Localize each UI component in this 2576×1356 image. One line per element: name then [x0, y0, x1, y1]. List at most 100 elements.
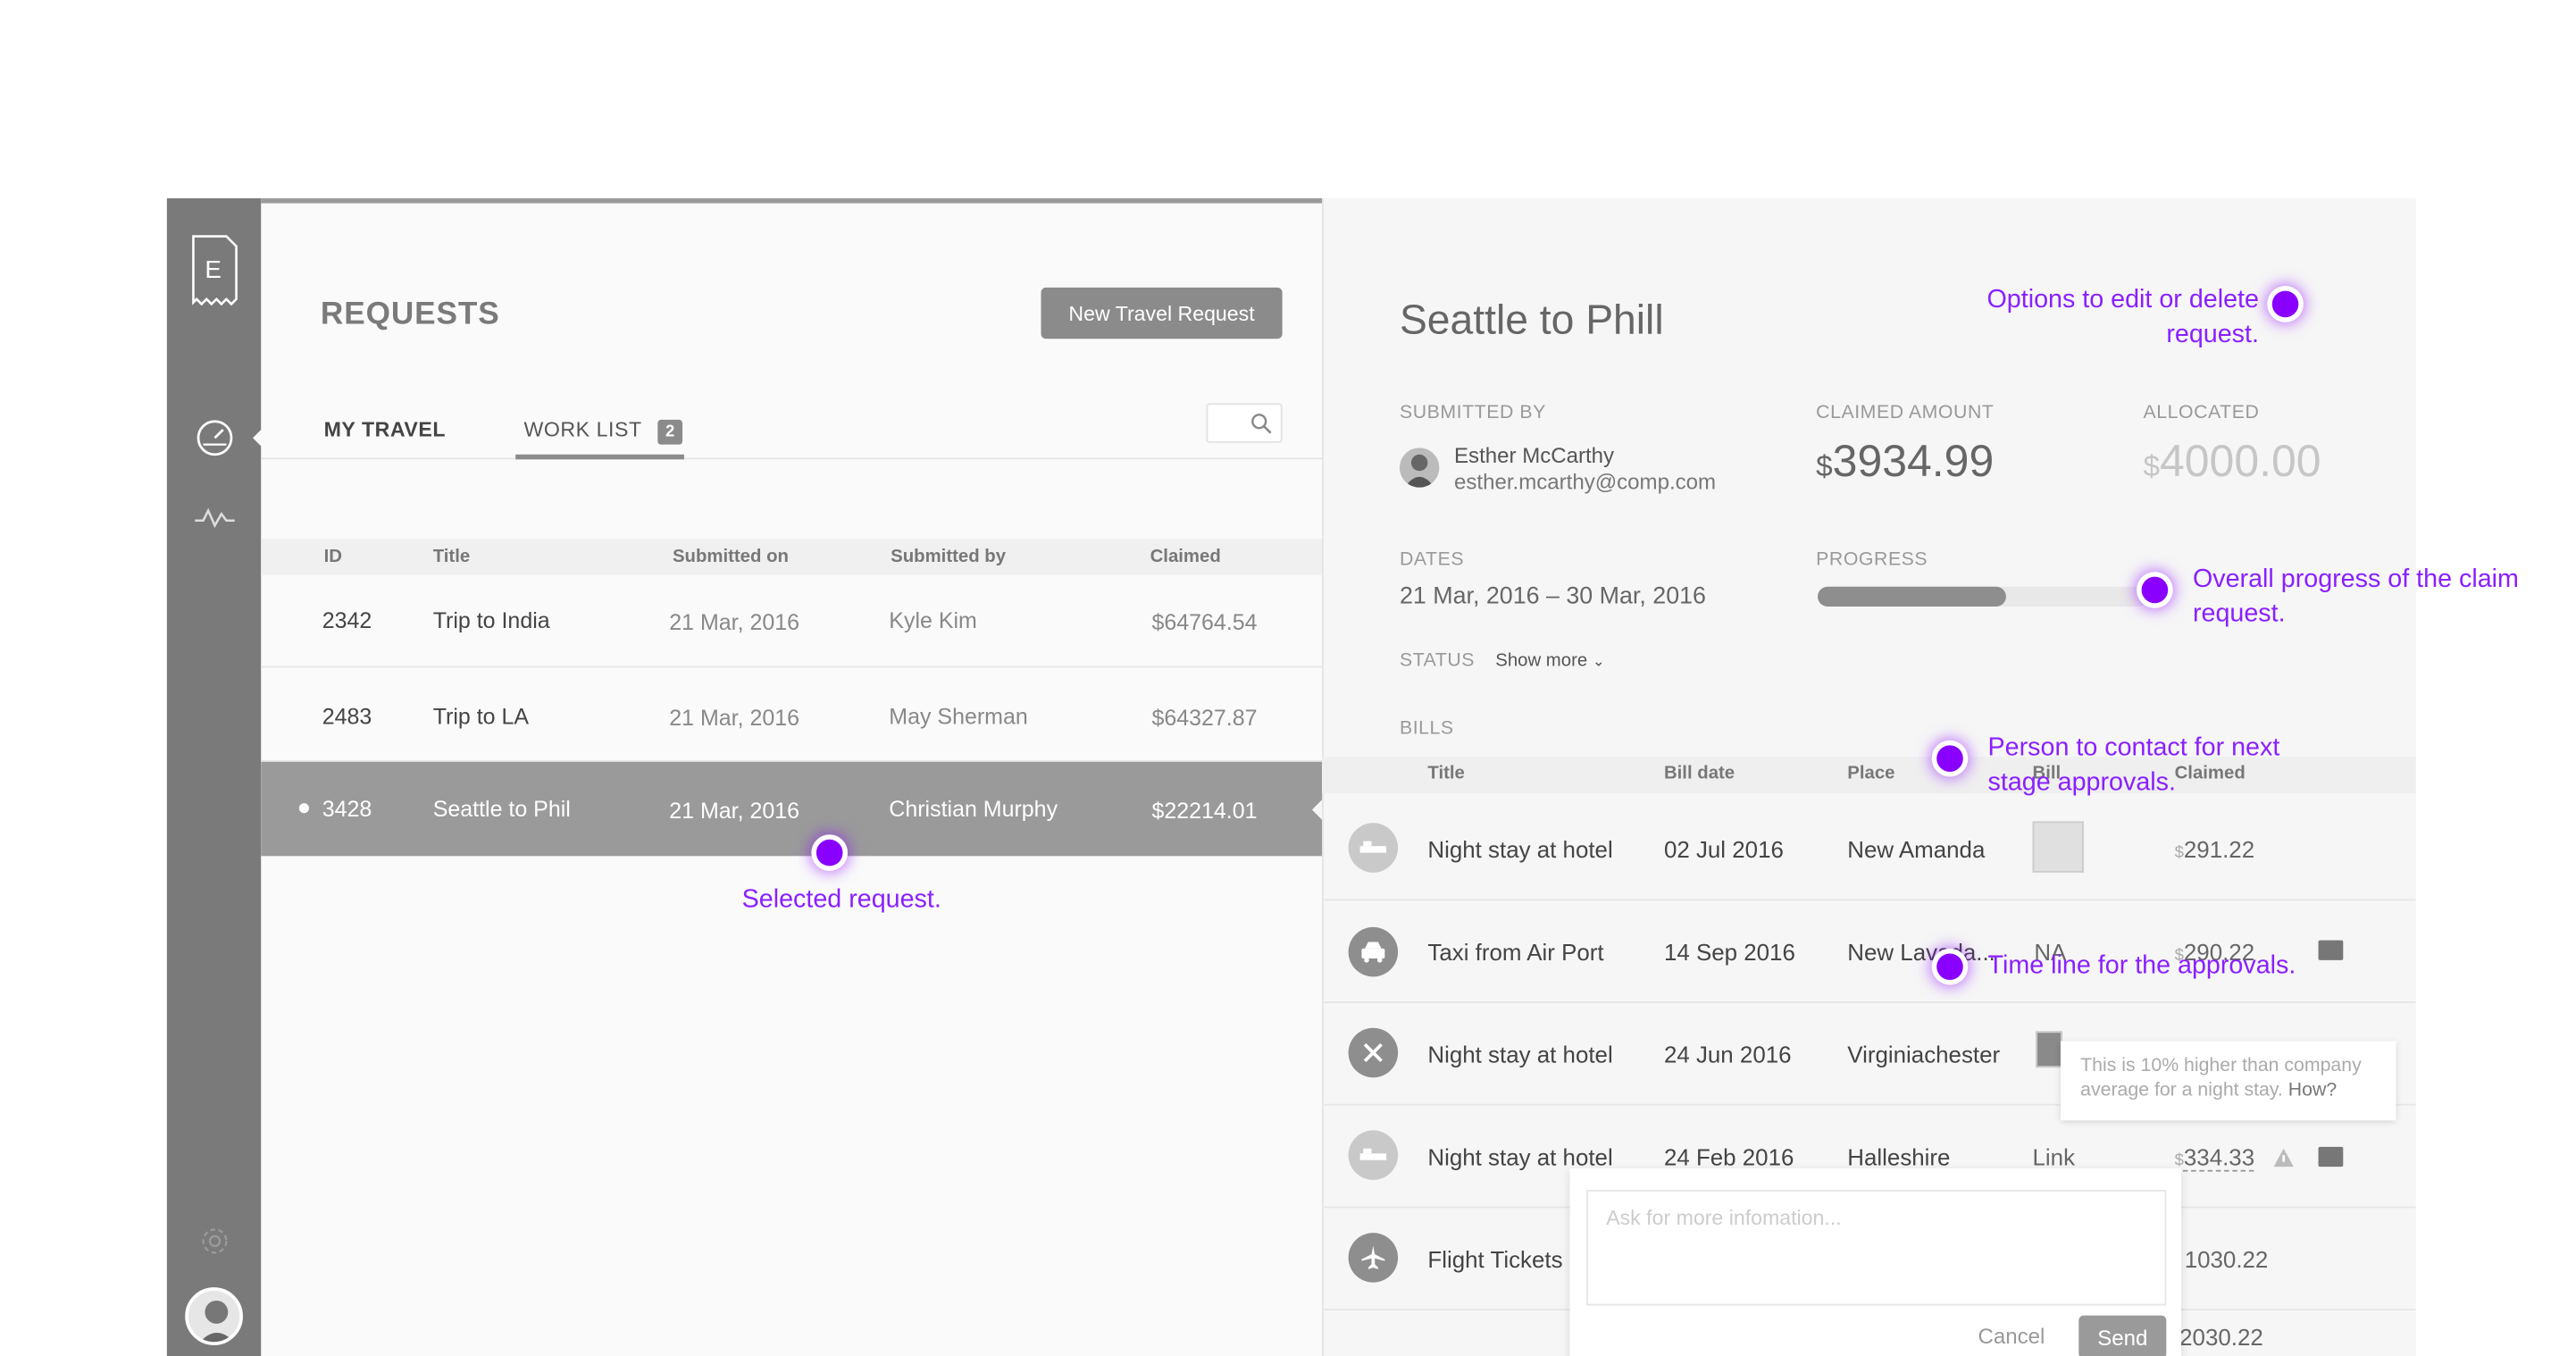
- annotation-hotspot: [1936, 953, 1963, 981]
- bill-claimed-value: 291.22: [2183, 836, 2255, 863]
- bill-thumbnail[interactable]: [2032, 821, 2084, 873]
- taxi-icon: [1348, 926, 1399, 977]
- comment-icon[interactable]: [2318, 1146, 2344, 1168]
- bill-claimed: $291.22: [2175, 836, 2255, 863]
- row-submitted-by: Christian Murphy: [889, 796, 1058, 822]
- annotation-progress: Overall progress of the claim request.: [2192, 565, 2519, 628]
- row-submitted-on: 21 Mar, 2016: [669, 609, 800, 635]
- claimed-amount: $3934.99: [1816, 436, 1994, 487]
- logo-letter: E: [204, 255, 221, 283]
- bill-date: 24 Jun 2016: [1663, 1041, 1792, 1068]
- bill-currency: $: [2174, 844, 2184, 863]
- annotation-hotspot: [2271, 290, 2299, 318]
- bill-claimed-value: 2030.22: [2179, 1323, 2263, 1351]
- bill-column-date[interactable]: Bill date: [1664, 764, 1735, 783]
- airplane-icon: [1348, 1233, 1399, 1283]
- annotation-selected: Selected request.: [741, 885, 941, 915]
- row-submitted-on: 21 Mar, 2016: [669, 705, 800, 731]
- search-input[interactable]: [1206, 403, 1283, 443]
- allocated-label: ALLOCATED: [2143, 403, 2260, 423]
- row-title: Trip to LA: [432, 704, 530, 729]
- progress-label: PROGRESS: [1816, 550, 1928, 571]
- submitter-name: Esther McCarthy: [1454, 442, 1615, 468]
- row-submitted-by: May Sherman: [889, 704, 1028, 729]
- column-header-title[interactable]: Title: [433, 547, 470, 566]
- bill-link[interactable]: Link: [2033, 1143, 2076, 1170]
- bill-claimed[interactable]: $334.33: [2174, 1143, 2255, 1172]
- submitter-email[interactable]: esther.mcarthy@comp.com: [1454, 469, 1716, 494]
- progress-bar-fill: [1818, 586, 2006, 607]
- tab-work-list[interactable]: WORK LIST: [523, 418, 641, 441]
- bill-place: New Amanda: [1847, 836, 1986, 863]
- bill-place: Halleshire: [1847, 1143, 1951, 1170]
- annotation-hotspot: [1936, 745, 1963, 772]
- row-submitted-on: 21 Mar, 2016: [669, 798, 800, 824]
- chevron-double-down-icon: ⌄: [1592, 652, 1605, 670]
- column-header-submitted-on[interactable]: Submitted on: [673, 547, 789, 566]
- bill-title: Night stay at hotel: [1427, 1143, 1613, 1170]
- detail-title: Seattle to Phill: [1399, 297, 1664, 344]
- hotel-bed-icon: [1348, 1130, 1399, 1180]
- annotation-timeline: Time line for the approvals.: [1987, 951, 2296, 981]
- bill-claimed-value: 334.33: [2183, 1143, 2255, 1170]
- bill-date: 24 Feb 2016: [1663, 1143, 1794, 1170]
- page-title: REQUESTS: [320, 297, 500, 332]
- row-submitted-by: Kyle Kim: [889, 607, 977, 633]
- bill-title: Taxi from Air Port: [1427, 938, 1604, 966]
- row-title: Seattle to Phil: [432, 796, 571, 822]
- new-travel-request-button[interactable]: New Travel Request: [1041, 287, 1283, 339]
- table-row-selected[interactable]: 3428 Seattle to Phil 21 Mar, 2016 Christ…: [261, 761, 1322, 857]
- allocated-value: 4000.00: [2159, 436, 2321, 486]
- search-icon: [1251, 414, 1272, 434]
- row-claimed: $22214.01: [1151, 798, 1258, 824]
- cancel-button[interactable]: Cancel: [1978, 1324, 2045, 1349]
- column-header-submitted-by[interactable]: Submitted by: [891, 547, 1006, 566]
- activity-pulse-icon[interactable]: [167, 499, 261, 536]
- row-id: 2342: [322, 607, 372, 633]
- tabs-divider: [261, 457, 1322, 460]
- dashboard-gauge-icon[interactable]: [167, 416, 261, 459]
- bill-thumbnail[interactable]: [2036, 1031, 2062, 1068]
- tooltip-how-link[interactable]: How?: [2288, 1081, 2337, 1101]
- warning-icon[interactable]: [2272, 1147, 2296, 1176]
- bill-place: New Lavada...: [1847, 938, 1995, 966]
- dates-label: DATES: [1399, 550, 1465, 571]
- row-claimed: $64327.87: [1151, 705, 1258, 731]
- ask-info-textarea[interactable]: Ask for more infomation...: [1586, 1190, 2167, 1306]
- row-id: 3428: [322, 796, 372, 822]
- sidebar: [166, 198, 262, 1356]
- show-more-link[interactable]: Show more ⌄: [1495, 651, 1605, 671]
- bill-date: 14 Sep 2016: [1663, 938, 1795, 966]
- bill-column-place[interactable]: Place: [1847, 764, 1894, 783]
- bill-title: Night stay at hotel: [1427, 1041, 1613, 1068]
- progress-bar: [1818, 586, 2148, 607]
- document-logo-icon[interactable]: E: [167, 231, 261, 311]
- bill-column-title[interactable]: Title: [1427, 764, 1464, 783]
- send-button[interactable]: Send: [2078, 1315, 2167, 1356]
- dates-value: 21 Mar, 2016 – 30 Mar, 2016: [1399, 583, 1706, 610]
- active-tab-underline: [515, 454, 684, 460]
- bill-date: 02 Jul 2016: [1663, 836, 1784, 863]
- settings-gear-icon[interactable]: [167, 1223, 261, 1260]
- column-header-id[interactable]: ID: [324, 547, 342, 566]
- allocated-currency: $: [2143, 449, 2160, 483]
- show-more-label: Show more: [1495, 650, 1588, 672]
- annotation-hotspot: [815, 839, 843, 866]
- column-header-claimed[interactable]: Claimed: [1150, 547, 1221, 566]
- bill-claimed-value: 1030.22: [2184, 1245, 2269, 1273]
- claimed-value: 3934.99: [1832, 436, 1995, 486]
- restaurant-icon: [1348, 1027, 1399, 1078]
- claimed-amount-label: CLAIMED AMOUNT: [1816, 403, 1995, 423]
- bill-title: Flight Tickets: [1427, 1245, 1563, 1273]
- hotel-bed-icon: [1348, 823, 1399, 873]
- submitted-by-label: SUBMITTED BY: [1399, 403, 1546, 423]
- row-id: 2483: [322, 704, 372, 729]
- user-avatar[interactable]: [185, 1287, 243, 1345]
- annotation-contact: Person to contact for next stage approva…: [1987, 733, 2280, 797]
- annotation-hotspot: [2141, 576, 2169, 604]
- claimed-currency: $: [1816, 449, 1833, 483]
- bills-label: BILLS: [1399, 718, 1454, 739]
- tab-my-travel[interactable]: MY TRAVEL: [324, 418, 446, 441]
- allocated-amount: $4000.00: [2143, 436, 2321, 487]
- annotation-edit-delete: Options to edit or delete request.: [1986, 286, 2259, 349]
